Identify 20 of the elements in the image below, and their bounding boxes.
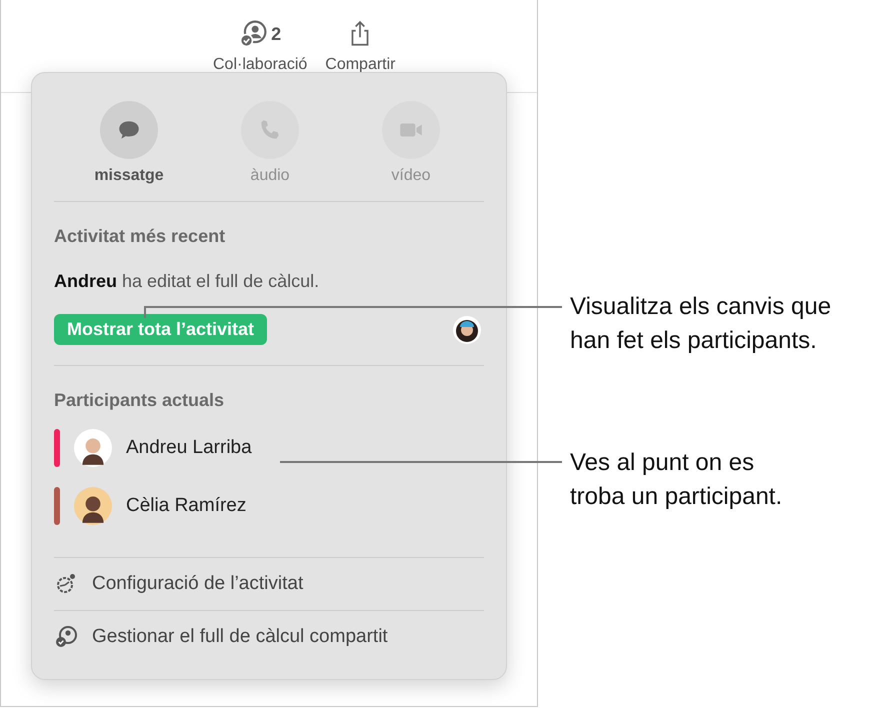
callout-text: Visualitza els canvis que han fet els participants. <box>570 292 832 356</box>
menu-item[interactable]: Configuració de l’activitat <box>54 558 484 610</box>
collaborator-count: 2 <box>271 24 282 44</box>
callout-text: Ves al punt on es troba un participant. <box>570 448 782 512</box>
collaboration-label[interactable]: Col·laboració <box>213 56 308 74</box>
activity-text: Andreu ha editat el full de càlcul. <box>54 271 320 292</box>
section-heading: Participants actuals <box>54 390 226 411</box>
menu-item[interactable]: Gestionar el full de càlcul compartit <box>54 611 484 663</box>
avatar-icon <box>74 429 112 467</box>
avatar-icon <box>74 487 112 525</box>
section-heading: Activitat més recent <box>54 226 226 247</box>
collaboration-icon[interactable] <box>239 20 268 48</box>
avatar-icon <box>452 314 482 344</box>
video-label: vídeo <box>391 167 431 185</box>
audio-label: àudio <box>250 167 290 185</box>
participant-name[interactable]: Andreu Larriba <box>126 437 252 459</box>
collaboration-icon <box>54 625 78 649</box>
participant-name[interactable]: Cèlia Ramírez <box>126 495 246 517</box>
share-label[interactable]: Compartir <box>325 56 396 74</box>
message-label: missatge <box>94 167 164 185</box>
